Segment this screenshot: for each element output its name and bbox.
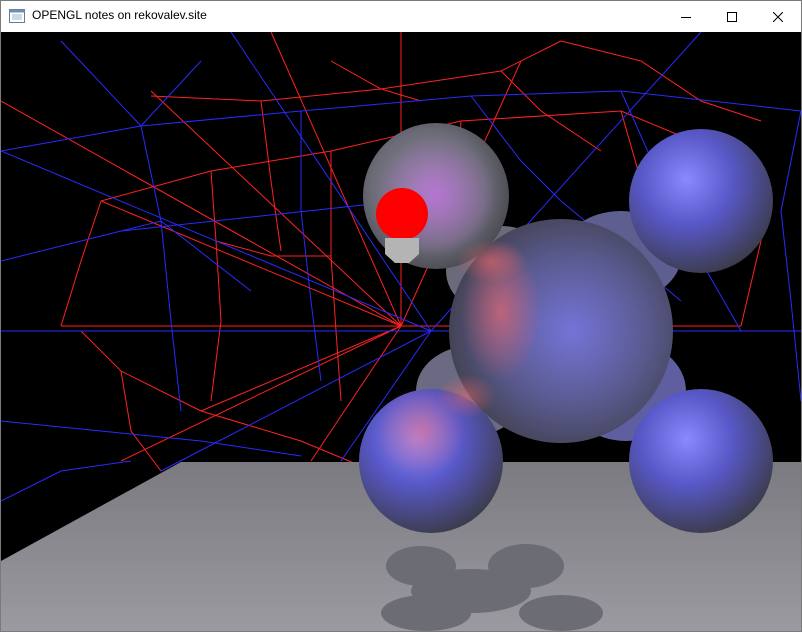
maximize-button[interactable] — [709, 1, 755, 32]
molecule-lower-right-lobe — [629, 389, 773, 533]
minimize-button[interactable] — [663, 1, 709, 32]
minimize-icon — [681, 16, 691, 18]
app-icon — [9, 9, 25, 23]
close-icon — [773, 11, 783, 22]
window-title: OPENGL notes on rekovalev.site — [32, 8, 207, 22]
light-bulb-icon — [376, 188, 428, 240]
title-bar[interactable]: OPENGL notes on rekovalev.site — [1, 1, 801, 32]
scene-canvas — [1, 32, 801, 631]
close-button[interactable] — [755, 1, 801, 32]
opengl-window: OPENGL notes on rekovalev.site — [0, 0, 802, 632]
maximize-icon — [727, 11, 737, 22]
opengl-viewport[interactable] — [1, 32, 801, 631]
molecule-upper-right-lobe — [629, 129, 773, 273]
